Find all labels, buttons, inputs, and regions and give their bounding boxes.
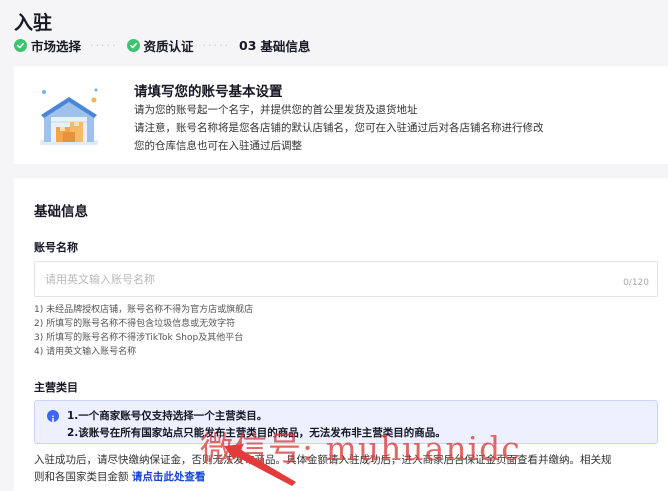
account-name-field[interactable]: 0/120: [34, 261, 658, 297]
step-market-selection: 市场选择: [14, 36, 81, 55]
intro-line: 您的仓库信息也可在入驻通过后调整: [134, 140, 302, 152]
check-circle-icon: [14, 38, 27, 52]
account-name-input[interactable]: [35, 262, 595, 296]
check-circle-icon: [126, 38, 140, 52]
naming-rule: 3) 所填写的账号名称不得涉TikTok Shop及其他平台: [34, 333, 244, 343]
step-qualification: 资质认证: [126, 36, 194, 55]
step-separator: ·····: [90, 38, 118, 52]
intro-title: 请填写您的账号基本设置: [134, 84, 283, 100]
step-label: 市场选择: [31, 38, 82, 54]
section-title: 基础信息: [34, 204, 88, 220]
info-icon: [47, 410, 59, 422]
progress-steps: 市场选择 ····· 资质认证 ····· 03 基础信息: [14, 36, 310, 54]
step-number: 03: [239, 37, 257, 53]
view-details-link[interactable]: 请点击此处查看: [132, 471, 206, 483]
deposit-note-line2: 则和各国家类目金额 请点击此处查看: [34, 469, 205, 484]
intro-line: 请为您的账号起一个名字，并提供您的首公里发货及退货地址: [134, 104, 418, 116]
deposit-note-text: 则和各国家类目金额: [34, 471, 132, 483]
step-separator: ·····: [202, 38, 230, 52]
naming-rule: 1) 未经品牌授权店铺，账号名称不得为官方店或旗舰店: [34, 305, 254, 315]
notice-line: 1.一个商家账号仅支持选择一个主营类目。: [67, 410, 268, 422]
naming-rule: 2) 所填写的账号名称不得包含垃圾信息或无效字符: [34, 319, 236, 329]
account-name-label: 账号名称: [34, 241, 78, 254]
red-arrow-icon: [224, 444, 296, 486]
naming-rule: 4) 请用英文输入账号名称: [34, 347, 137, 357]
intro-line: 请注意，账号名称将是您各店铺的默认店铺名，您可在入驻通过后对各店铺名称进行修改: [134, 122, 544, 134]
page-title: 入驻: [14, 12, 53, 34]
main-category-label: 主营类目: [34, 381, 78, 394]
step-basic-info: 03 基础信息: [239, 36, 310, 55]
char-counter: 0/120: [623, 278, 649, 288]
intro-card: 请填写您的账号基本设置 请为您的账号起一个名字，并提供您的首公里发货及退货地址 …: [14, 66, 668, 164]
step-label: 资质认证: [143, 38, 194, 54]
warehouse-icon: [40, 88, 98, 145]
step-label: 基础信息: [260, 38, 311, 54]
